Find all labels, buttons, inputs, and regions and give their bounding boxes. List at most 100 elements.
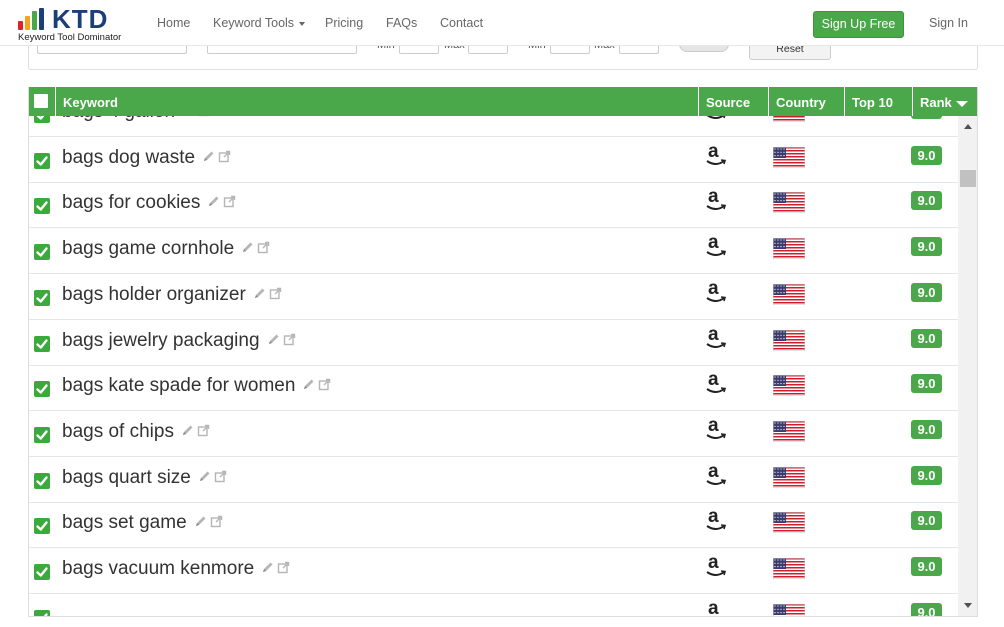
header-keyword[interactable]: Keyword (55, 87, 699, 116)
amazon-source-icon[interactable]: a (704, 232, 728, 260)
table-row[interactable]: bags jewelry packaging a 9.0 (29, 320, 958, 366)
edit-icon[interactable] (261, 558, 274, 580)
table-row[interactable]: a 9.0 (29, 594, 958, 616)
amazon-source-icon[interactable]: a (704, 552, 728, 580)
row-checkbox[interactable] (34, 335, 50, 352)
select-all-checkbox[interactable] (34, 94, 48, 108)
edit-icon[interactable] (267, 330, 280, 352)
external-link-icon[interactable] (223, 192, 236, 214)
rank-badge: 9.0 (911, 602, 942, 616)
table-scrollbar[interactable] (958, 116, 977, 616)
table-body: bags 4 gallona9.0bags dog wastea9.0bags … (29, 116, 958, 616)
us-flag-icon (773, 603, 805, 616)
amazon-source-icon[interactable]: a (704, 186, 728, 214)
us-flag-icon (773, 329, 805, 351)
table-row[interactable]: bags of chips a 9.0 (29, 411, 958, 457)
row-checkbox[interactable] (34, 116, 50, 123)
row-checkbox[interactable] (34, 198, 50, 215)
edit-icon[interactable] (194, 512, 207, 534)
scroll-down-icon[interactable] (964, 603, 972, 608)
svg-text:a: a (708, 461, 719, 482)
keyword-text: bags 4 gallon (62, 116, 175, 122)
edit-icon[interactable] (181, 421, 194, 443)
external-link-icon[interactable] (214, 467, 227, 489)
table-row[interactable]: bags for cookies a 9.0 (29, 182, 958, 229)
table-row[interactable]: bags 4 gallon a 9.0 (29, 116, 958, 137)
table-row[interactable]: bags set game a 9.0 (29, 502, 958, 549)
header-top10[interactable]: Top 10 (844, 87, 912, 116)
keyword-cell: bags holder organizer (62, 284, 282, 306)
us-flag-icon (773, 558, 805, 579)
nav-faqs[interactable]: FAQs (386, 16, 417, 30)
row-checkbox[interactable] (34, 426, 50, 443)
edit-icon[interactable] (302, 375, 315, 397)
amazon-source-icon[interactable]: a (704, 278, 728, 306)
amazon-source-icon[interactable]: a (704, 116, 728, 123)
edit-icon[interactable] (241, 238, 254, 260)
row-checkbox[interactable] (34, 564, 50, 580)
external-link-icon[interactable] (269, 284, 282, 306)
nav-keyword-tools[interactable]: Keyword Tools (213, 16, 306, 30)
nav-home[interactable]: Home (157, 16, 190, 30)
external-link-icon[interactable] (218, 147, 231, 169)
amazon-source-icon[interactable]: a (704, 461, 728, 489)
row-checkbox[interactable] (34, 381, 50, 398)
amazon-source-icon[interactable]: a (704, 506, 728, 534)
rank-badge: 9.0 (911, 282, 942, 302)
external-link-icon[interactable] (318, 375, 331, 397)
nav-pricing[interactable]: Pricing (325, 16, 363, 30)
amazon-source-icon[interactable]: a (704, 369, 728, 397)
amazon-source-icon[interactable]: a (704, 598, 728, 616)
header-rank-label: Rank (920, 95, 952, 110)
external-link-icon[interactable] (197, 421, 210, 443)
rank-badge: 9.0 (911, 191, 942, 211)
rank-badge: 9.0 (911, 511, 942, 531)
external-link-icon[interactable] (283, 330, 296, 352)
table-row[interactable]: bags vacuum kenmore a 9.0 (29, 548, 958, 594)
signup-button[interactable]: Sign Up Free (813, 11, 904, 38)
svg-text:a: a (708, 598, 719, 616)
table-row[interactable]: bags game cornhole a 9.0 (29, 228, 958, 275)
external-link-icon[interactable] (210, 512, 223, 534)
keyword-cell: bags dog waste (62, 147, 231, 169)
edit-icon[interactable] (202, 147, 215, 169)
edit-icon[interactable] (253, 284, 266, 306)
signin-link[interactable]: Sign In (929, 16, 968, 30)
header-source[interactable]: Source (698, 87, 768, 116)
us-flag-icon (773, 116, 805, 122)
amazon-source-icon[interactable]: a (704, 141, 728, 169)
scroll-up-icon[interactable] (964, 124, 972, 129)
table-row[interactable]: bags holder organizer a 9.0 (29, 274, 958, 320)
edit-icon[interactable] (198, 467, 211, 489)
row-checkbox[interactable] (34, 289, 50, 306)
keyword-text: bags of chips (62, 420, 174, 442)
keyword-text: bags jewelry packaging (62, 329, 260, 351)
table-row[interactable]: bags quart size a 9.0 (29, 457, 958, 503)
scroll-thumb[interactable] (960, 170, 976, 187)
row-checkbox[interactable] (34, 244, 50, 261)
keyword-cell: bags vacuum kenmore (62, 558, 290, 580)
row-checkbox[interactable] (34, 518, 50, 535)
row-checkbox[interactable] (34, 152, 50, 169)
header-country[interactable]: Country (768, 87, 844, 116)
external-link-icon[interactable] (257, 238, 270, 260)
keyword-cell: bags of chips (62, 421, 210, 443)
external-link-icon[interactable] (277, 558, 290, 580)
table-row[interactable]: bags kate spade for women a 9.0 (29, 365, 958, 412)
row-checkbox[interactable] (34, 472, 50, 489)
table-row[interactable]: bags dog waste a 9.0 (29, 137, 958, 183)
row-checkbox[interactable] (34, 609, 50, 616)
amazon-source-icon[interactable]: a (704, 324, 728, 352)
header-rank[interactable]: Rank (912, 87, 977, 116)
us-flag-icon (773, 512, 805, 534)
keyword-text: bags kate spade for women (62, 375, 296, 397)
amazon-source-icon[interactable]: a (704, 415, 728, 443)
keyword-text: bags game cornhole (62, 238, 235, 260)
nav-contact[interactable]: Contact (440, 16, 483, 30)
edit-icon[interactable] (207, 192, 220, 214)
external-link-icon[interactable] (198, 116, 211, 123)
ktd-logo[interactable]: KTD Keyword Tool Dominator (16, 4, 136, 43)
logo-subtitle: Keyword Tool Dominator (18, 32, 122, 43)
keyword-text: bags for cookies (62, 192, 201, 214)
edit-icon[interactable] (182, 116, 195, 123)
